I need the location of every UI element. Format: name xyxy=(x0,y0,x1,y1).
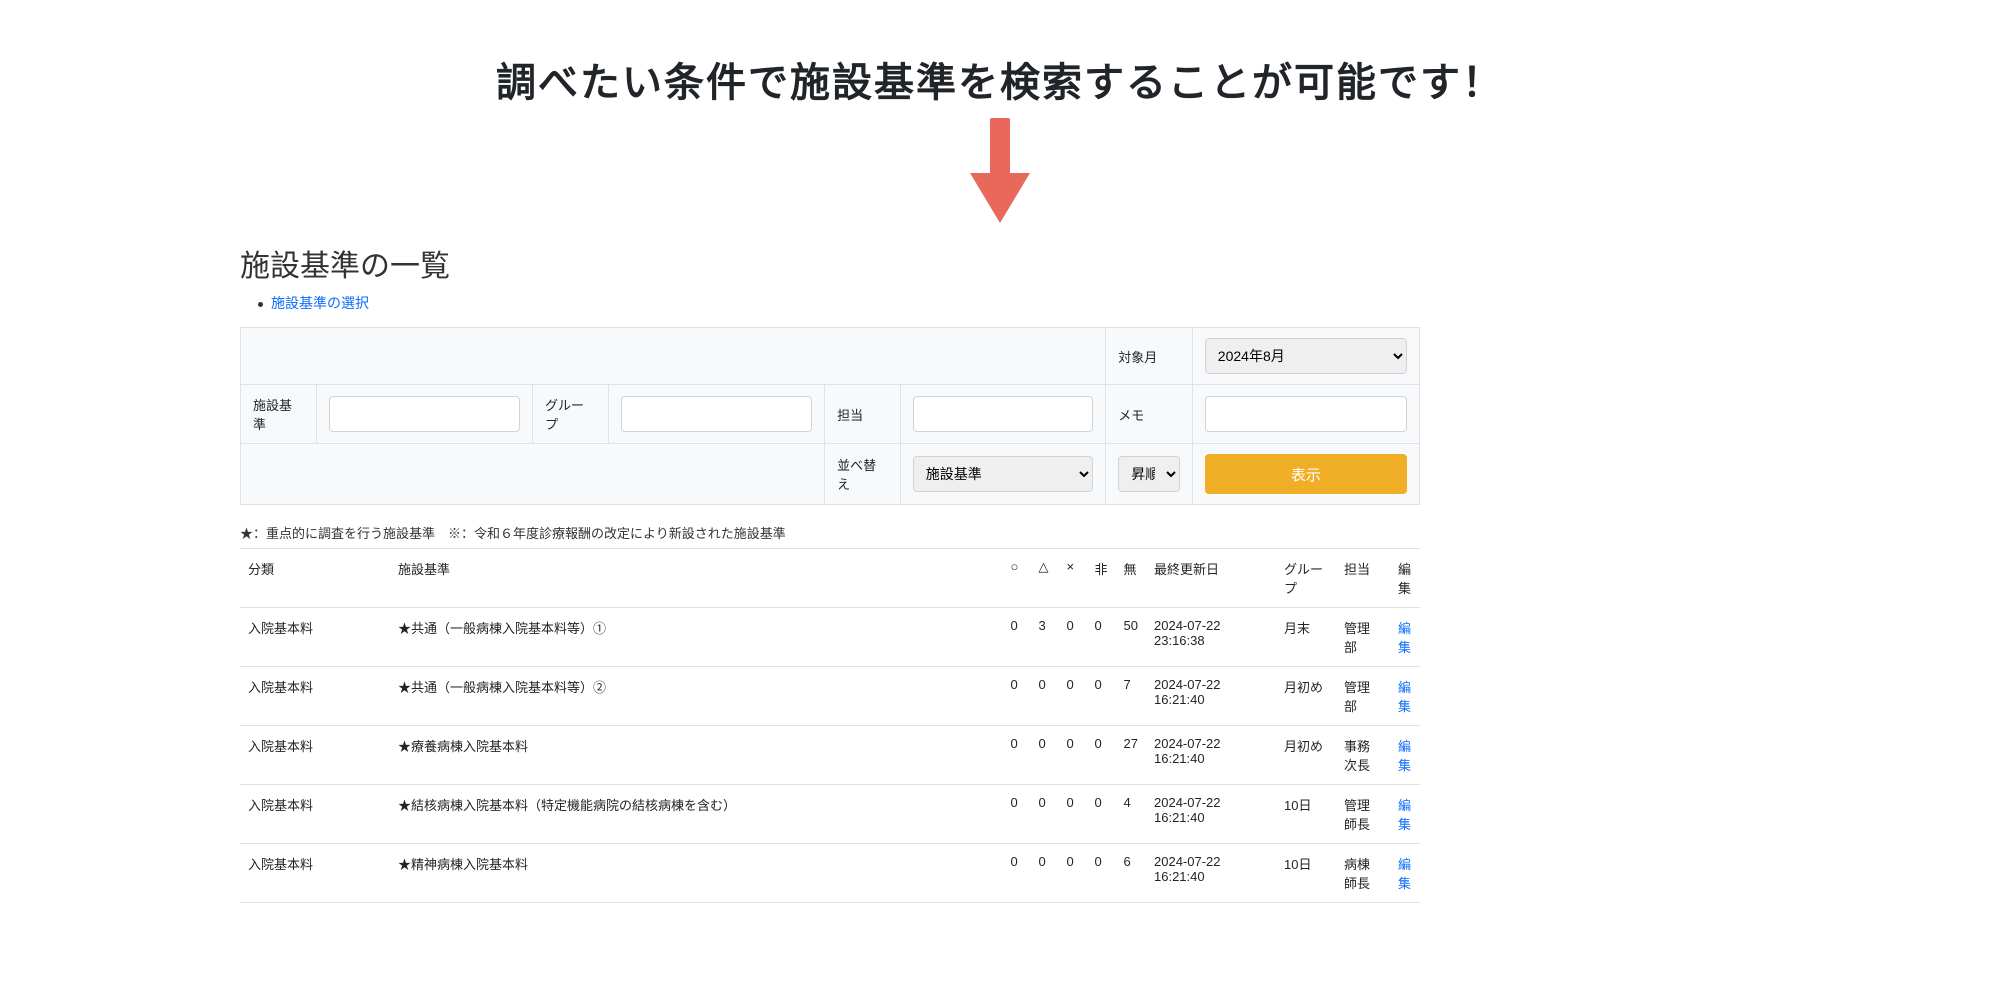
cell-tantou: 管理師長 xyxy=(1336,785,1390,844)
cell-x: 0 xyxy=(1059,608,1087,667)
cell-updated: 2024-07-22 23:16:38 xyxy=(1146,608,1276,667)
cell-updated: 2024-07-22 16:21:40 xyxy=(1146,785,1276,844)
cell-tantou: 管理部 xyxy=(1336,608,1390,667)
cell-circle: 0 xyxy=(1003,844,1031,903)
page-title: 施設基準の一覧 xyxy=(240,241,1420,285)
filter-panel: 対象月 2024年8月 施設基準 グループ 担当 メモ 並べ替え xyxy=(240,327,1420,505)
cell-tantou: 事務次長 xyxy=(1336,726,1390,785)
col-circle: ○ xyxy=(1003,549,1031,608)
col-triangle: △ xyxy=(1031,549,1059,608)
col-updated: 最終更新日 xyxy=(1146,549,1276,608)
cell-bunrui: 入院基本料 xyxy=(240,608,390,667)
tantou-input[interactable] xyxy=(913,396,1094,432)
group-label: グループ xyxy=(533,385,609,444)
cell-mu: 4 xyxy=(1116,785,1146,844)
col-kijun: 施設基準 xyxy=(390,549,1003,608)
sort-order-select[interactable]: 昇順 xyxy=(1118,456,1180,492)
cell-kijun: ★共通（一般病棟入院基本料等）② xyxy=(390,667,1003,726)
cell-mu: 27 xyxy=(1116,726,1146,785)
cell-updated: 2024-07-22 16:21:40 xyxy=(1146,844,1276,903)
cell-kijun: ★精神病棟入院基本料 xyxy=(390,844,1003,903)
col-hi: 非 xyxy=(1087,549,1116,608)
banner-heading: 調べたい条件で施設基準を検索することが可能です！ xyxy=(0,50,2000,108)
cell-tantou: 病棟師長 xyxy=(1336,844,1390,903)
cell-kijun: ★結核病棟入院基本料（特定機能病院の結核病棟を含む） xyxy=(390,785,1003,844)
table-row: 入院基本料★精神病棟入院基本料000062024-07-22 16:21:401… xyxy=(240,844,1420,903)
table-row: 入院基本料★共通（一般病棟入院基本料等）②000072024-07-22 16:… xyxy=(240,667,1420,726)
results-table: 分類 施設基準 ○ △ × 非 無 最終更新日 グループ 担当 編集 入院基本料… xyxy=(240,548,1420,903)
cell-kijun: ★療養病棟入院基本料 xyxy=(390,726,1003,785)
memo-label: メモ xyxy=(1106,385,1193,444)
col-edit: 編集 xyxy=(1390,549,1420,608)
cell-triangle: 0 xyxy=(1031,726,1059,785)
kijun-input[interactable] xyxy=(329,396,520,432)
edit-link[interactable]: 編集 xyxy=(1398,857,1411,891)
col-bunrui: 分類 xyxy=(240,549,390,608)
sort-label: 並べ替え xyxy=(825,444,901,505)
cell-bunrui: 入院基本料 xyxy=(240,844,390,903)
cell-triangle: 0 xyxy=(1031,785,1059,844)
cell-circle: 0 xyxy=(1003,608,1031,667)
cell-hi: 0 xyxy=(1087,785,1116,844)
cell-bunrui: 入院基本料 xyxy=(240,785,390,844)
show-button[interactable]: 表示 xyxy=(1205,454,1407,494)
cell-x: 0 xyxy=(1059,844,1087,903)
cell-updated: 2024-07-22 16:21:40 xyxy=(1146,667,1276,726)
cell-group: 月末 xyxy=(1276,608,1336,667)
table-row: 入院基本料★結核病棟入院基本料（特定機能病院の結核病棟を含む）000042024… xyxy=(240,785,1420,844)
cell-x: 0 xyxy=(1059,726,1087,785)
cell-mu: 7 xyxy=(1116,667,1146,726)
edit-link[interactable]: 編集 xyxy=(1398,621,1411,655)
cell-circle: 0 xyxy=(1003,667,1031,726)
tantou-label: 担当 xyxy=(825,385,901,444)
cell-mu: 6 xyxy=(1116,844,1146,903)
cell-group: 10日 xyxy=(1276,844,1336,903)
cell-x: 0 xyxy=(1059,667,1087,726)
cell-group: 月初め xyxy=(1276,667,1336,726)
col-group: グループ xyxy=(1276,549,1336,608)
breadcrumb-link[interactable]: 施設基準の選択 xyxy=(271,295,369,311)
cell-hi: 0 xyxy=(1087,726,1116,785)
sort-field-select[interactable]: 施設基準 xyxy=(913,456,1094,492)
edit-link[interactable]: 編集 xyxy=(1398,680,1411,714)
cell-bunrui: 入院基本料 xyxy=(240,667,390,726)
kijun-label: 施設基準 xyxy=(241,385,317,444)
table-row: 入院基本料★共通（一般病棟入院基本料等）①0300502024-07-22 23… xyxy=(240,608,1420,667)
cell-x: 0 xyxy=(1059,785,1087,844)
cell-hi: 0 xyxy=(1087,667,1116,726)
cell-group: 10日 xyxy=(1276,785,1336,844)
cell-group: 月初め xyxy=(1276,726,1336,785)
cell-mu: 50 xyxy=(1116,608,1146,667)
cell-kijun: ★共通（一般病棟入院基本料等）① xyxy=(390,608,1003,667)
memo-input[interactable] xyxy=(1205,396,1407,432)
cell-bunrui: 入院基本料 xyxy=(240,726,390,785)
cell-hi: 0 xyxy=(1087,844,1116,903)
breadcrumb: 施設基準の選択 xyxy=(258,293,1420,313)
cell-updated: 2024-07-22 16:21:40 xyxy=(1146,726,1276,785)
cell-triangle: 0 xyxy=(1031,667,1059,726)
cell-hi: 0 xyxy=(1087,608,1116,667)
legend-text: ★：重点的に調査を行う施設基準 ※：令和６年度診療報酬の改定により新設された施設… xyxy=(240,523,1420,542)
target-month-select[interactable]: 2024年8月 xyxy=(1205,338,1407,374)
col-tantou: 担当 xyxy=(1336,549,1390,608)
edit-link[interactable]: 編集 xyxy=(1398,798,1411,832)
table-row: 入院基本料★療養病棟入院基本料0000272024-07-22 16:21:40… xyxy=(240,726,1420,785)
col-x: × xyxy=(1059,549,1087,608)
edit-link[interactable]: 編集 xyxy=(1398,739,1411,773)
arrow-down-icon xyxy=(0,118,2000,231)
group-input[interactable] xyxy=(621,396,812,432)
target-month-label: 対象月 xyxy=(1106,328,1193,385)
cell-triangle: 0 xyxy=(1031,844,1059,903)
col-mu: 無 xyxy=(1116,549,1146,608)
cell-circle: 0 xyxy=(1003,726,1031,785)
cell-triangle: 3 xyxy=(1031,608,1059,667)
cell-circle: 0 xyxy=(1003,785,1031,844)
cell-tantou: 管理部 xyxy=(1336,667,1390,726)
